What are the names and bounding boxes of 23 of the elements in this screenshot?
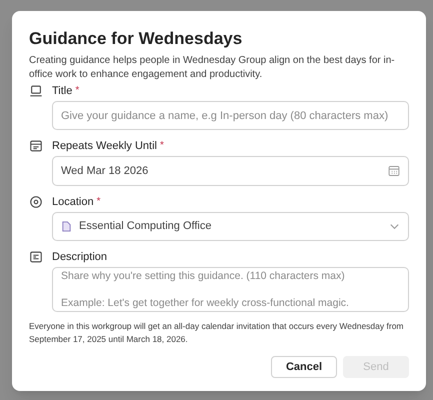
required-mark: * [96,195,100,209]
cancel-button[interactable]: Cancel [271,356,337,378]
laptop-icon [29,84,43,98]
notice-text: Everyone in this workgroup will get an all-day calendar invitation that occurs every Wednesday from September 17, 2025 until March 18, 2026. [29,320,404,346]
text-icon [29,250,43,264]
calendar-icon[interactable] [388,165,400,177]
required-mark: * [75,84,80,98]
title-field[interactable]: Give your guidance a name, e.g In-person day (80 characters max) [52,101,409,130]
field-label: Description [52,250,108,264]
location-icon [29,195,43,209]
building-icon [61,221,72,232]
date-value: Wed Mar 18 2026 [61,164,148,179]
field-label: Title [52,84,72,98]
location-value: Essential Computing Office [79,219,212,234]
field-label: Repeats Weekly Until [52,139,157,153]
required-mark: * [160,139,164,153]
dialog-title: Guidance for Wednesdays [29,28,244,50]
field-label: Location [52,195,94,209]
location-dropdown[interactable]: Essential Computing Office [52,212,409,241]
calendar-icon [29,139,43,153]
date-field[interactable]: Wed Mar 18 2026 [52,156,409,186]
intro-text: Creating guidance helps people in Wednesday Group align on the best days for in-office work to enhance engagement and productivity. [29,54,396,82]
description-placeholder: Share why you're setting this guidance. (110 characters max) Example: Let's get together for weekly cross-functional magic. [61,270,349,309]
